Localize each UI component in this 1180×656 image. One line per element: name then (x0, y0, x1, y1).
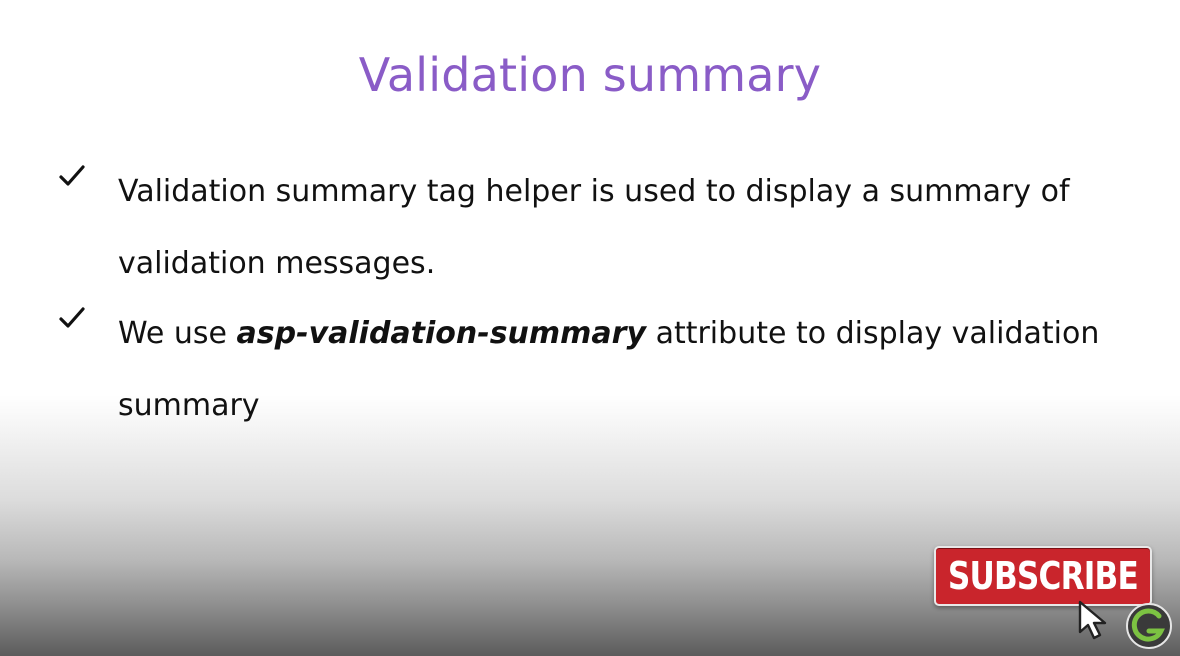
pointer-cursor-icon (1078, 600, 1107, 640)
slide-title: Validation summary (358, 48, 822, 102)
subscribe-label: SUBSCRIBE (947, 554, 1139, 598)
bullet-item: We use asp-validation-summary attribute … (58, 298, 1148, 442)
checkmark-icon (59, 165, 85, 186)
bullet-text: We use asp-validation-summary attribute … (118, 298, 1148, 442)
code-attribute-name: asp-validation-summary (236, 316, 647, 351)
bullet-text: Validation summary tag helper is used to… (118, 156, 1148, 300)
bullet-text-part: Validation summary tag helper is used to… (118, 174, 1070, 281)
bullet-text-part: We use (118, 316, 237, 351)
channel-logo-icon (1126, 603, 1172, 649)
checkmark-icon (59, 307, 85, 328)
subscribe-button[interactable]: SUBSCRIBE (934, 546, 1152, 606)
bullet-list: Validation summary tag helper is used to… (58, 160, 1148, 444)
bullet-item: Validation summary tag helper is used to… (58, 156, 1148, 300)
